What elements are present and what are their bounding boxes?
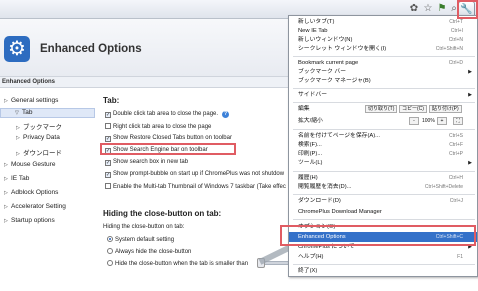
menu-separator [293,219,475,220]
fullscreen-icon[interactable]: ⛶ [453,117,463,125]
menu-separator [293,171,475,172]
menu-item-downloads[interactable]: ダウンロード(D) Ctrl+J [289,196,477,206]
paste-button[interactable]: 貼り付け(P) [429,105,462,113]
menu-separator [293,194,475,195]
copy-button[interactable]: コピー(C) [399,105,427,113]
highlight-enhanced-options [280,225,476,246]
menu-separator [293,88,475,89]
menu-separator [293,129,475,130]
menu-separator [293,56,475,57]
menu-item-zoom: 拡大/縮小 - 100% + ⛶ [289,116,477,126]
menu-item-tools[interactable]: ツール(L) ▶ [289,158,477,168]
menu-separator [293,102,475,103]
chevron-right-icon: ▶ [468,160,472,166]
zoom-out-button[interactable]: - [409,117,419,125]
zoom-in-button[interactable]: + [437,117,447,125]
menu-item-sidebar[interactable]: サイドバー ▶ [289,90,477,100]
menu-item-incognito[interactable]: シークレット ウィンドウを開く(I) Ctrl+Shift+N [289,44,477,54]
zoom-level: 100% [422,118,435,124]
menu-separator [293,264,475,265]
menu-item-exit[interactable]: 終了(X) [289,266,477,276]
menu-item-clear-browsing[interactable]: 閲覧履歴を消去(D)... Ctrl+Shift+Delete [289,182,477,192]
cut-button[interactable]: 切り取り(T) [365,105,398,113]
menu-item-download-manager[interactable]: ChromePlus Download Manager [289,207,477,217]
highlight-wrench [457,0,478,19]
menu-item-bookmark-manager[interactable]: ブックマーク マネージャ(B) [289,76,477,86]
chevron-right-icon: ▶ [468,92,472,98]
menu-item-edit: 編集 切り取り(T) コピー(C) 貼り付け(P) [289,104,477,114]
menu-item-help[interactable]: ヘルプ(H) F1 [289,252,477,262]
